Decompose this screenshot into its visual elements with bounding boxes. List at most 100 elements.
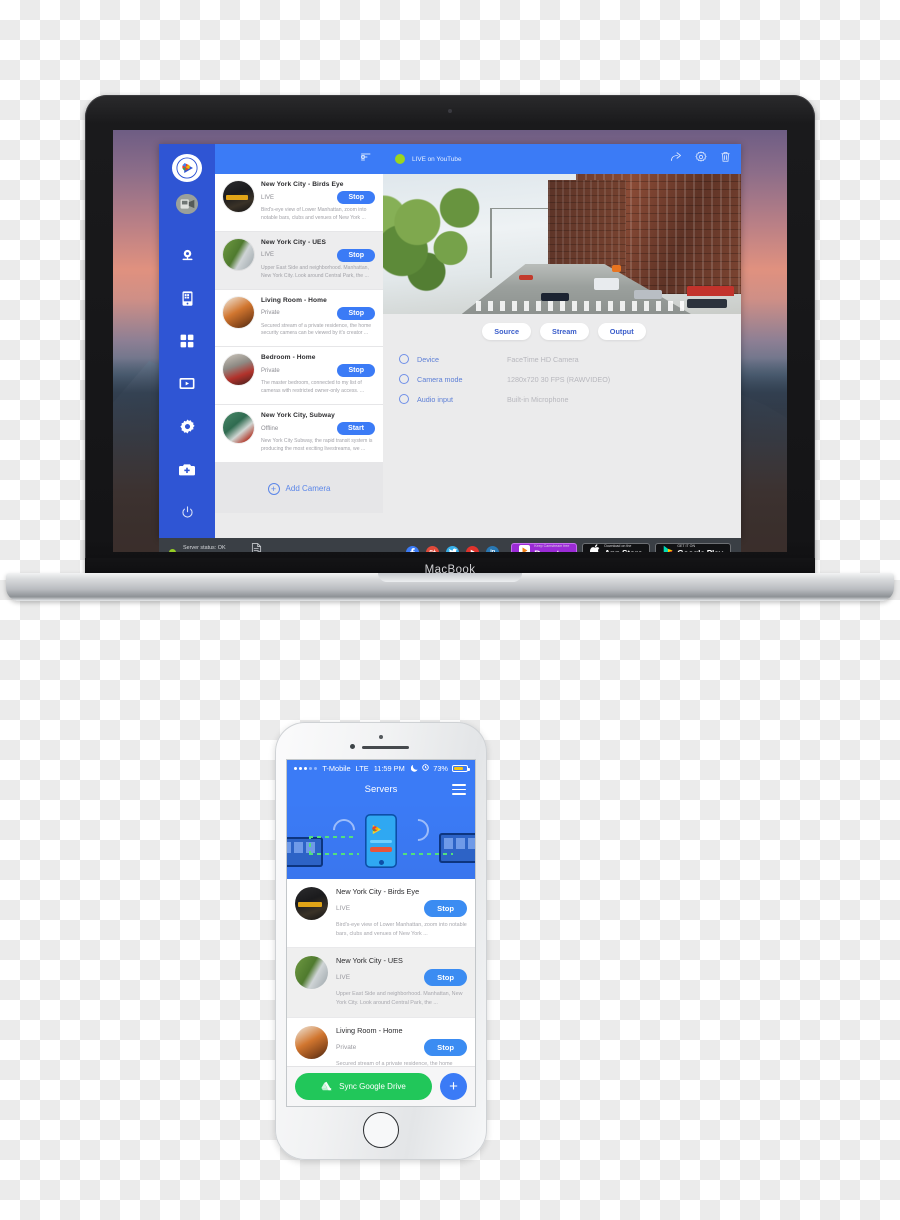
app-sidebar [159, 144, 215, 538]
camstream-app-window: New York City - Birds Eye LIVE Stop Bird… [159, 144, 741, 538]
server-list-header [215, 144, 383, 174]
device-radio[interactable] [399, 354, 409, 364]
ios-item-title: Living Room - Home [336, 1025, 403, 1035]
home-button[interactable] [363, 1112, 399, 1148]
trash-icon[interactable] [720, 150, 731, 168]
iphone-screen: T-Mobile LTE 11:59 PM 73% Servers New Yo… [287, 760, 475, 1106]
hamburger-menu-icon[interactable] [452, 784, 466, 795]
add-camera-button[interactable]: + Add Camera [267, 482, 330, 495]
ios-server-list[interactable]: New York City - Birds Eye LIVE Stop Bird… [287, 879, 475, 1087]
live-status-dot [395, 154, 405, 164]
battery-icon [452, 764, 470, 773]
server-status-text: Server status: OK [183, 544, 226, 551]
camera-mode-value: 1280x720 30 FPS (RAWVIDEO) [507, 374, 611, 384]
server-thumbnail [223, 354, 254, 386]
sync-google-drive-button[interactable]: Sync Google Drive [295, 1073, 432, 1100]
sidebar-item-settings[interactable] [174, 415, 200, 439]
hero-dash-right [403, 853, 453, 855]
macbook-camera-icon [448, 109, 452, 113]
app-logo-icon[interactable] [172, 154, 202, 182]
server-title: New York City - Birds Eye [261, 181, 344, 188]
sidebar-item-power[interactable] [174, 500, 200, 524]
share-icon[interactable] [670, 150, 682, 168]
sidebar-item-mobile[interactable] [174, 286, 200, 310]
google-play-badge[interactable]: GET IT ON Google Play [655, 542, 731, 552]
google-plus-icon[interactable]: g+ [426, 545, 440, 552]
ios-item-action-button[interactable]: Stop [424, 900, 467, 917]
sync-google-drive-label: Sync Google Drive [339, 1082, 406, 1091]
field-row-camera-mode: Camera mode 1280x720 30 FPS (RAWVIDEO) [399, 374, 729, 384]
tab-output[interactable]: Output [597, 323, 646, 340]
server-description: Upper East Side and neighborhood. Manhat… [261, 264, 369, 279]
server-action-button[interactable]: Stop [337, 364, 375, 378]
document-icon[interactable] [251, 543, 262, 552]
server-state: Private [261, 367, 280, 374]
app-main-panel: LIVE on YouTube Source Stream Output Dev… [383, 144, 741, 538]
ios-item-action-button[interactable]: Stop [424, 969, 467, 987]
facebook-icon[interactable] [406, 545, 420, 552]
sidebar-item-webcam[interactable] [174, 244, 200, 268]
ios-list-item[interactable]: New York City - Birds Eye LIVE Stop Bird… [287, 879, 475, 949]
sidebar-item-add-camera[interactable] [174, 458, 200, 482]
ios-item-state: Private [336, 1043, 357, 1051]
ios-list-item[interactable]: New York City - UES LIVE Stop Upper East… [287, 948, 475, 1018]
server-action-button[interactable]: Stop [337, 248, 375, 262]
gear-icon[interactable] [695, 150, 707, 168]
server-thumbnail [223, 296, 254, 328]
audio-input-radio[interactable] [399, 394, 409, 404]
proximity-sensor-icon [379, 735, 383, 739]
device-label: Device [417, 354, 439, 364]
sidebar-item-grid[interactable] [174, 329, 200, 353]
server-list[interactable]: New York City - Birds Eye LIVE Stop Bird… [215, 174, 383, 538]
ios-item-state: LIVE [336, 974, 351, 982]
device-value: FaceTime HD Camera [507, 354, 579, 364]
google-play-badge-line2: Google Play [677, 549, 723, 552]
camera-mode-radio[interactable] [399, 374, 409, 384]
macbook-hinge-notch [378, 573, 522, 582]
hero-dash-left [309, 853, 359, 855]
hero-dash-vert-left [309, 837, 311, 855]
app-topbar: LIVE on YouTube [383, 144, 741, 174]
sidebar-item-video[interactable] [174, 372, 200, 396]
google-drive-icon [321, 1081, 332, 1093]
server-thumbnail [223, 412, 254, 444]
do-not-disturb-icon [411, 764, 418, 774]
youtube-icon[interactable]: ▶ [466, 545, 480, 552]
server-list-item[interactable]: New York City, Subway Offline Start New … [215, 405, 383, 463]
ios-item-description: Upper East Side and neighborhood. Manhat… [336, 991, 463, 1006]
server-state: LIVE [261, 252, 275, 259]
audio-input-value: Built-in Microphone [507, 394, 569, 404]
server-list-item[interactable]: New York City - UES LIVE Stop Upper East… [215, 231, 383, 290]
add-server-fab[interactable]: + [440, 1073, 467, 1100]
control-tabs: Source Stream Output [399, 323, 729, 340]
add-camera-area: + Add Camera [215, 462, 383, 513]
server-description: Bird's-eye view of Lower Manhattan, zoom… [261, 207, 367, 221]
twitter-icon[interactable] [446, 545, 460, 552]
ios-item-action-button[interactable]: Stop [424, 1038, 467, 1056]
server-description: The master bedroom, connected to my list… [261, 380, 365, 395]
tab-stream[interactable]: Stream [540, 323, 589, 340]
donate-play-icon [519, 543, 531, 552]
linkedin-icon[interactable]: in [486, 545, 500, 552]
server-list-item[interactable]: Bedroom - Home Private Stop The master b… [215, 347, 383, 406]
field-row-device: Device FaceTime HD Camera [399, 354, 729, 364]
ios-item-title: New York City - UES [336, 956, 403, 966]
server-action-button[interactable]: Start [337, 422, 375, 436]
ios-nav-title: Servers [364, 783, 398, 795]
server-action-button[interactable]: Stop [337, 191, 375, 204]
server-action-button[interactable]: Stop [337, 306, 375, 320]
app-status-bar: Server status: OK Bandwidth: 1.2Mb /1.4M… [159, 538, 741, 552]
signal-strength-icon [294, 766, 318, 771]
donate-badge[interactable]: Keep Camstream free Donate [511, 542, 578, 552]
video-preview[interactable] [383, 174, 741, 314]
tab-source[interactable]: Source [482, 323, 532, 340]
google-play-icon [663, 543, 673, 552]
app-store-badge[interactable]: Download on the App Store [582, 542, 651, 552]
user-avatar-icon[interactable] [176, 193, 198, 214]
social-links: g+ ▶ in [406, 545, 500, 552]
server-list-item[interactable]: New York City - Birds Eye LIVE Stop Bird… [215, 174, 383, 232]
server-state: LIVE [261, 194, 275, 201]
server-list-item[interactable]: Living Room - Home Private Stop Secured … [215, 289, 383, 348]
ios-footer-bar: Sync Google Drive + [287, 1066, 475, 1106]
sort-filter-icon[interactable] [360, 150, 372, 168]
